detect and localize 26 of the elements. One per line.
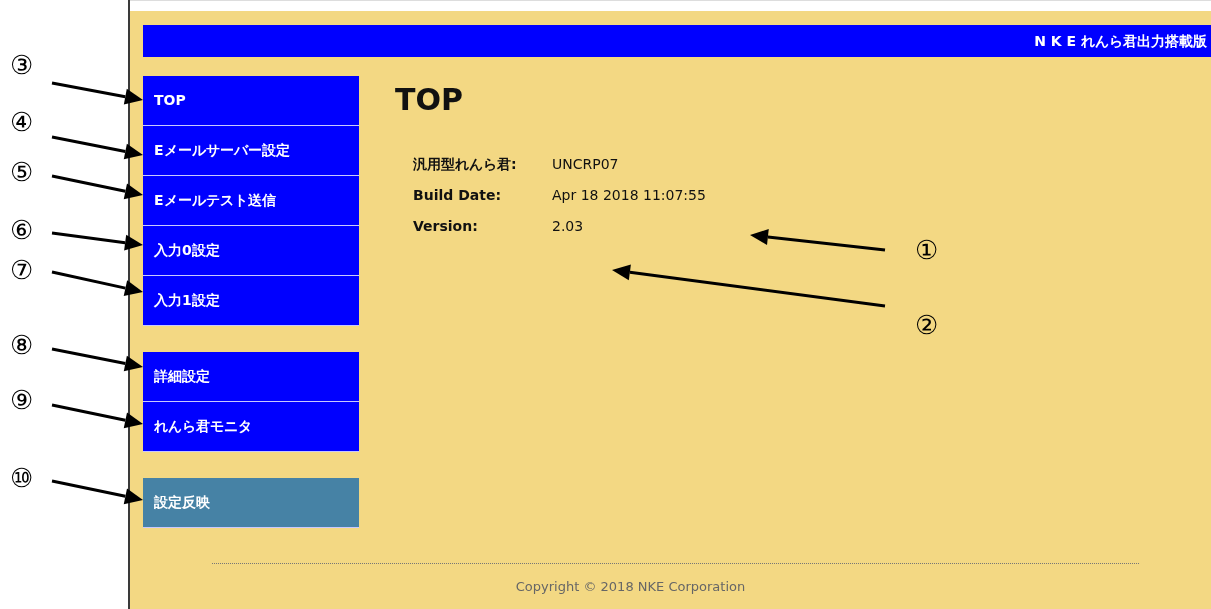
menu-item[interactable]: Eメールサーバー設定 xyxy=(143,126,359,176)
menu-item[interactable]: 入力1設定 xyxy=(143,276,359,326)
callout-number: ⑥ xyxy=(10,216,33,244)
callout-number: ⑤ xyxy=(10,158,33,186)
callout-number: ⑩ xyxy=(10,464,33,492)
callout-number: ④ xyxy=(10,108,33,136)
callout-number: ① xyxy=(915,236,938,264)
callout-number: ② xyxy=(915,311,938,339)
callout-number: ⑦ xyxy=(10,256,33,284)
menu-item[interactable]: 詳細設定 xyxy=(143,352,359,402)
callout-number: ③ xyxy=(10,51,33,79)
site-title: N K E れんら君出力搭載版 xyxy=(1034,31,1207,51)
info-value: 2.03 xyxy=(552,217,584,236)
callout-number: ⑨ xyxy=(10,386,33,414)
callout-number: ⑧ xyxy=(10,331,33,359)
menu-item[interactable]: 入力0設定 xyxy=(143,226,359,276)
menu-item[interactable]: れんら君モニタ xyxy=(143,402,359,452)
page-heading: TOP xyxy=(395,85,464,115)
info-value: Apr 18 2018 11:07:55 xyxy=(552,186,706,205)
info-value: UNCRP07 xyxy=(552,155,619,174)
info-label: Version: xyxy=(413,217,479,236)
info-label: 汎用型れんら君: xyxy=(413,155,518,174)
copyright-text: Copyright © 2018 NKE Corporation xyxy=(515,577,746,596)
menu-item[interactable]: TOP xyxy=(143,76,359,126)
info-label: Build Date: xyxy=(413,186,502,205)
menu-item[interactable]: Eメールテスト送信 xyxy=(143,176,359,226)
